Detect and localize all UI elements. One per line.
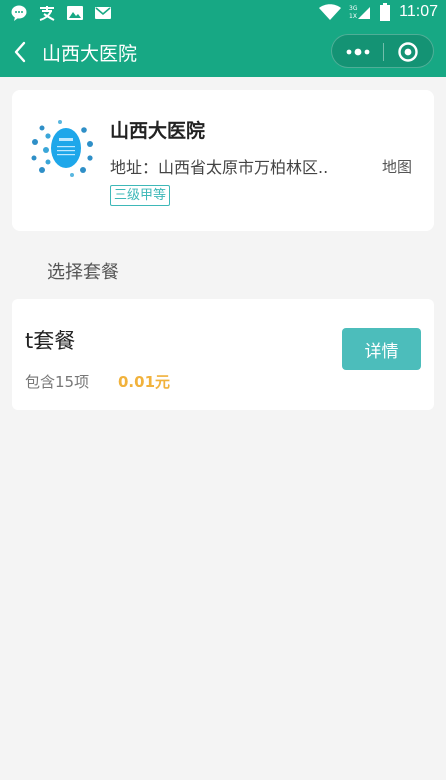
more-dots-icon[interactable] (344, 42, 372, 62)
capsule-divider (383, 43, 384, 61)
battery-icon (380, 3, 391, 21)
nav-bar: 山西大医院 (0, 27, 446, 77)
network-label-3g: 3G (349, 5, 358, 12)
package-price: 0.01元 (118, 373, 171, 391)
signal-icon: 3G 1X (349, 5, 371, 20)
package-name: t套餐 (25, 329, 76, 353)
network-label-1x: 1X (349, 13, 357, 20)
package-item-count: 包含15项 (25, 373, 90, 391)
target-close-icon[interactable] (397, 41, 419, 63)
package-card[interactable]: t套餐 包含15项 0.01元 详情 (12, 299, 434, 410)
hospital-address: 地址：山西省太原市万柏林区.. (110, 158, 329, 177)
page-title: 山西大医院 (42, 43, 138, 65)
hospital-logo (31, 120, 93, 177)
section-title: 选择套餐 (47, 262, 119, 283)
status-time: 11:07 (399, 3, 438, 20)
hospital-name: 山西大医院 (110, 120, 206, 142)
alipay-icon (39, 6, 55, 21)
status-left-icons (10, 4, 112, 22)
status-right: 3G 1X 11:07 (319, 3, 438, 21)
mini-program-capsule (331, 34, 434, 68)
wifi-icon (319, 4, 342, 20)
hospital-level-badge: 三级甲等 (110, 185, 171, 206)
chevron-left-icon[interactable] (10, 39, 32, 65)
status-bar: 3G 1X 11:07 (0, 0, 446, 27)
chat-bubble-icon (11, 5, 27, 21)
image-icon (67, 6, 83, 20)
hospital-card: 山西大医院 地址：山西省太原市万柏林区.. 地图 三级甲等 (12, 90, 434, 231)
mail-icon (95, 7, 111, 19)
map-link[interactable]: 地图 (382, 156, 412, 177)
detail-button[interactable]: 详情 (342, 328, 421, 370)
